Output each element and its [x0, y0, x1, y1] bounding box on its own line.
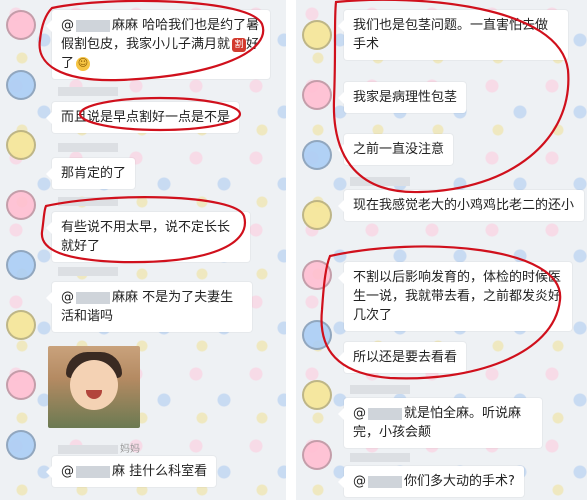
sender-name [348, 176, 412, 188]
chat-bubble[interactable]: 那肯定的了 [45, 158, 136, 189]
mention-at: @ [61, 290, 74, 305]
sticker-icon [302, 320, 332, 350]
chat-bubble[interactable]: @ 麻麻 哈哈我们也是约了暑假割包皮，我家小儿子满月就割好了 ☺ [46, 10, 270, 79]
cartoon-sticker-background [296, 0, 336, 500]
message-text: 现在我感觉老大的小鸡鸡比老二的还小 [353, 198, 575, 213]
chat-bubble[interactable]: 之前一直没注意 [337, 134, 454, 165]
redacted-name [368, 475, 402, 488]
sticker-icon [302, 260, 332, 290]
chat-bubble[interactable]: 不割以后影响发育的，体检的时候医生一说，我就带去看，之前都发炎好几次了 [338, 262, 572, 331]
chat-bubble[interactable]: 而且说是早点割好一点是不是 [45, 102, 240, 133]
chat-bubble[interactable]: 所以还是要去看看 [337, 342, 467, 373]
chat-bubble[interactable]: 我家是病理性包茎 [337, 82, 467, 113]
sticker-icon [302, 20, 332, 50]
chat-bubble[interactable]: @ 麻麻 不是为了夫妻生活和谐吗 [46, 282, 252, 332]
sticker-icon [6, 70, 36, 100]
mention-at: @ [353, 406, 366, 421]
sender-name [348, 452, 412, 464]
message-text: 你们多大动的手术? [404, 474, 515, 489]
message-text: 之前一直没注意 [353, 142, 445, 157]
sticker-icon [6, 10, 36, 40]
message-text: 而且说是早点割好一点是不是 [61, 110, 231, 125]
message-text: 有些说不用太早，说不定长长就好了 [61, 220, 231, 254]
chat-bubble[interactable]: @ 就是怕全麻。听说麻完，小孩会颠 [338, 398, 542, 448]
sender-name: 妈妈 [56, 440, 140, 455]
sticker-icon [6, 310, 36, 340]
sender-name [348, 384, 412, 396]
photo-face [70, 360, 118, 410]
sticker-icon [6, 430, 36, 460]
sticker-icon [6, 190, 36, 220]
sticker-icon [6, 250, 36, 280]
mention-at: @ [61, 18, 74, 33]
left-chat-panel: @ 麻麻 哈哈我们也是约了暑假割包皮，我家小儿子满月就割好了 ☺ 而且说是早点割好一… [0, 0, 286, 500]
message-text: 我们也是包茎问题。一直害怕去做手术 [353, 18, 549, 52]
mention-at: @ [61, 464, 74, 479]
redacted-name [368, 407, 402, 420]
right-chat-panel: 我们也是包茎问题。一直害怕去做手术 我家是病理性包茎 之前一直没注意 现在我感觉… [296, 0, 587, 500]
sticker-icon [6, 370, 36, 400]
sender-name [56, 266, 120, 278]
sender-name [56, 86, 120, 98]
redacted-name [76, 291, 110, 304]
chat-bubble[interactable]: 现在我感觉老大的小鸡鸡比老二的还小 [338, 190, 584, 221]
sender-name [56, 196, 120, 208]
message-text: 所以还是要去看看 [353, 350, 458, 365]
sender-name [56, 142, 120, 154]
smile-emoji-icon: ☺ [76, 56, 91, 71]
chat-bubble[interactable]: @ 你们多大动的手术? [338, 466, 524, 497]
chat-bubble[interactable]: @ 麻 挂什么科室看 [45, 456, 217, 487]
sticker-icon [6, 130, 36, 160]
message-text: 那肯定的了 [61, 166, 127, 181]
sticker-icon [302, 440, 332, 470]
mention-at: @ [353, 474, 366, 489]
panel-divider [286, 0, 296, 500]
redacted-name [76, 19, 110, 32]
redacted-name [76, 465, 110, 478]
cartoon-sticker-background [0, 0, 40, 500]
message-text: 不割以后影响发育的，体检的时候医生一说，我就带去看，之前都发炎好几次了 [353, 270, 562, 323]
sticker-icon [302, 80, 332, 110]
sticker-icon [302, 200, 332, 230]
message-text: 我家是病理性包茎 [353, 90, 458, 105]
message-text: 麻 挂什么科室看 [112, 464, 208, 479]
sticker-icon [302, 380, 332, 410]
chat-bubble[interactable]: 有些说不用太早，说不定长长就好了 [46, 212, 250, 262]
baby-photo-sticker[interactable] [48, 346, 140, 428]
sticker-icon [302, 140, 332, 170]
chat-bubble[interactable]: 我们也是包茎问题。一直害怕去做手术 [338, 10, 568, 60]
scissors-emoji-icon: 割 [232, 37, 247, 52]
